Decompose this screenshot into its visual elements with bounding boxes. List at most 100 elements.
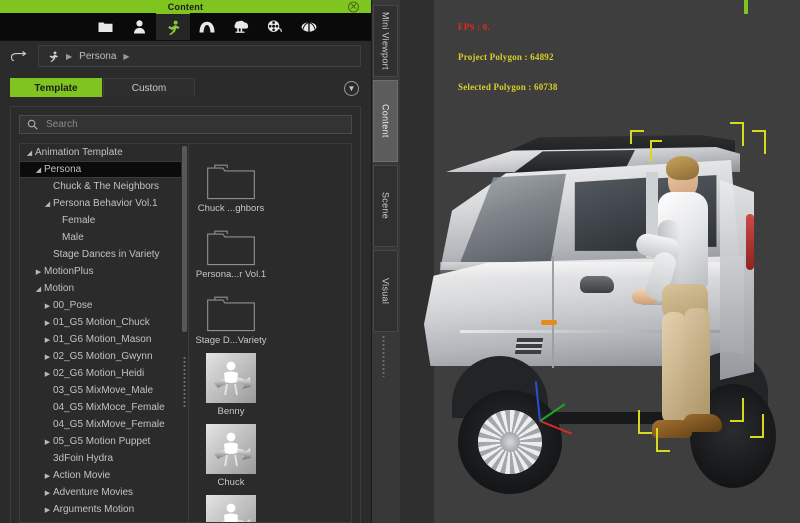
- chevron-right-icon[interactable]: [42, 336, 53, 344]
- tree-item-label: 04_G5 MixMove_Female: [53, 419, 165, 430]
- tree-item[interactable]: MotionPlus: [20, 263, 181, 280]
- tree-item[interactable]: Persona: [20, 161, 181, 178]
- tree-item[interactable]: 03_G5 MixMove_Male: [20, 382, 181, 399]
- vertical-tab-scene[interactable]: Scene: [373, 165, 398, 247]
- tree-item[interactable]: 04_G5 MixMove_Female: [20, 416, 181, 433]
- tree-item[interactable]: BEAR: [20, 518, 181, 522]
- back-arrow-icon[interactable]: [8, 46, 32, 66]
- chevron-right-icon[interactable]: [42, 319, 53, 327]
- vertical-tab-mini-viewport[interactable]: Mini Viewport: [373, 5, 398, 77]
- dock-resize-handle[interactable]: [381, 335, 386, 377]
- splitter-handle[interactable]: [182, 356, 187, 408]
- asset-item[interactable]: Benny: [196, 349, 266, 420]
- breadcrumb-separator-icon: ▶: [66, 51, 73, 61]
- tab-prop[interactable]: [224, 13, 258, 40]
- asset-item[interactable]: Persona...r Vol.1: [196, 217, 266, 283]
- category-tree-scroll: Animation Template Persona Chuck & The Nei…: [20, 144, 181, 522]
- asset-item-label: Chuck ...ghbors: [197, 203, 265, 214]
- tree-item[interactable]: 02_G5 Motion_Gwynn: [20, 348, 181, 365]
- tab-motion[interactable]: [156, 13, 190, 40]
- asset-grid[interactable]: Chuck ...ghbors Persona...r Vol.1 Stage D.…: [188, 143, 352, 523]
- chevron-down-icon[interactable]: [24, 149, 35, 157]
- breadcrumb-path[interactable]: Persona: [79, 51, 116, 62]
- chevron-right-icon[interactable]: [42, 302, 53, 310]
- tab-folder[interactable]: [88, 13, 122, 40]
- tree-item[interactable]: Chuck & The Neighbors: [20, 178, 181, 195]
- asset-item[interactable]: Gwynn: [196, 491, 266, 522]
- folder-thumbnail-icon: [207, 296, 255, 332]
- tree-item[interactable]: Motion: [20, 280, 181, 297]
- car-front-hub: [500, 432, 520, 452]
- tab-avatar[interactable]: [122, 13, 156, 40]
- chevron-right-icon[interactable]: [42, 472, 53, 480]
- search-field[interactable]: [19, 115, 352, 134]
- avatar-thumbnail-icon: [206, 424, 256, 474]
- asset-grid-items: Chuck ...ghbors Persona...r Vol.1 Stage D.…: [190, 145, 343, 522]
- panel-accent-edge: [744, 0, 748, 14]
- tree-item[interactable]: 00_Pose: [20, 297, 181, 314]
- tree-item[interactable]: Arguments Motion: [20, 501, 181, 518]
- tree-item[interactable]: Animation Template: [20, 144, 181, 161]
- asset-item-label: Benny: [217, 406, 245, 417]
- 3d-viewport[interactable]: FPS : 0. Project Polygon : 64892 Selecte…: [400, 0, 800, 523]
- category-tree[interactable]: Animation Template Persona Chuck & The Nei…: [19, 143, 188, 523]
- chevron-right-icon[interactable]: [42, 353, 53, 361]
- tree-item-label: Male: [62, 232, 84, 243]
- asset-item[interactable]: Stage D...Variety: [195, 283, 267, 349]
- chevron-down-icon[interactable]: [42, 200, 53, 208]
- chevron-right-icon[interactable]: [33, 268, 44, 276]
- person-icon: [133, 19, 145, 33]
- tree-item[interactable]: Female: [20, 212, 181, 229]
- tree-item[interactable]: 01_G5 Motion_Chuck: [20, 314, 181, 331]
- asset-item-label: Persona...r Vol.1: [195, 269, 267, 280]
- tree-item[interactable]: Action Movie: [20, 467, 181, 484]
- vertical-tab-visual[interactable]: Visual: [373, 250, 398, 332]
- tree-item-label: Stage Dances in Variety: [53, 249, 160, 260]
- breadcrumb-row: ▶ Persona ▶: [0, 41, 371, 71]
- tree-item[interactable]: 3dFoin Hydra: [20, 450, 181, 467]
- tree-item[interactable]: Male: [20, 229, 181, 246]
- chevron-right-icon[interactable]: [42, 489, 53, 497]
- tree-item[interactable]: 02_G6 Motion_Heidi: [20, 365, 181, 382]
- search-input[interactable]: [44, 118, 344, 131]
- tab-effects[interactable]: [292, 13, 326, 40]
- tree-item[interactable]: 05_G5 Motion Puppet: [20, 433, 181, 450]
- chevron-down-circle-icon[interactable]: ▼: [344, 81, 359, 96]
- chevron-right-icon[interactable]: [42, 438, 53, 446]
- tab-media[interactable]: [258, 13, 292, 40]
- tree-item-label: Adventure Movies: [53, 487, 134, 498]
- chevron-right-icon[interactable]: [42, 370, 53, 378]
- tree-item-label: 01_G5 Motion_Chuck: [53, 317, 150, 328]
- vertical-tab-content[interactable]: Content: [373, 80, 398, 162]
- tree-item-label: Persona Behavior Vol.1: [53, 198, 158, 209]
- chevron-down-icon[interactable]: [33, 285, 44, 293]
- tree-scrollbar-thumb[interactable]: [182, 146, 187, 332]
- asset-item[interactable]: Chuck: [196, 420, 266, 491]
- tree-item[interactable]: Adventure Movies: [20, 484, 181, 501]
- tree-item-label: 00_Pose: [53, 300, 93, 311]
- tree-item[interactable]: 01_G6 Motion_Mason: [20, 331, 181, 348]
- tree-item-label: Persona: [44, 164, 82, 175]
- car-open-door: [720, 180, 754, 380]
- car-taillight: [746, 214, 754, 270]
- close-icon[interactable]: ✕: [348, 1, 359, 12]
- tree-item[interactable]: Persona Behavior Vol.1: [20, 195, 181, 212]
- tree-item[interactable]: Stage Dances in Variety: [20, 246, 181, 263]
- chevron-right-icon[interactable]: [42, 506, 53, 514]
- tab-stage[interactable]: [190, 13, 224, 40]
- vertical-tab-label: Mini Viewport: [380, 12, 391, 70]
- viewport-stats: FPS : 0. Project Polygon : 64892 Selecte…: [458, 2, 558, 112]
- tab-template[interactable]: Template: [10, 78, 102, 97]
- folder-icon: [98, 22, 112, 32]
- split-view: Animation Template Persona Chuck & The Nei…: [19, 143, 352, 523]
- chevron-down-icon[interactable]: [33, 166, 44, 174]
- asset-item[interactable]: Chuck ...ghbors: [196, 151, 266, 217]
- tree-item-label: Animation Template: [35, 147, 123, 158]
- tab-custom[interactable]: Custom: [103, 78, 195, 97]
- category-icon-toolbar: [0, 13, 371, 41]
- stage-set-icon: [199, 21, 215, 32]
- tree-prop-icon: [234, 20, 249, 33]
- content-panel: Content ✕ ▶ Persona ▶ Template Custom ▼ …: [0, 0, 372, 523]
- breadcrumb[interactable]: ▶ Persona ▶: [38, 45, 361, 67]
- tree-item[interactable]: 04_G5 MixMoce_Female: [20, 399, 181, 416]
